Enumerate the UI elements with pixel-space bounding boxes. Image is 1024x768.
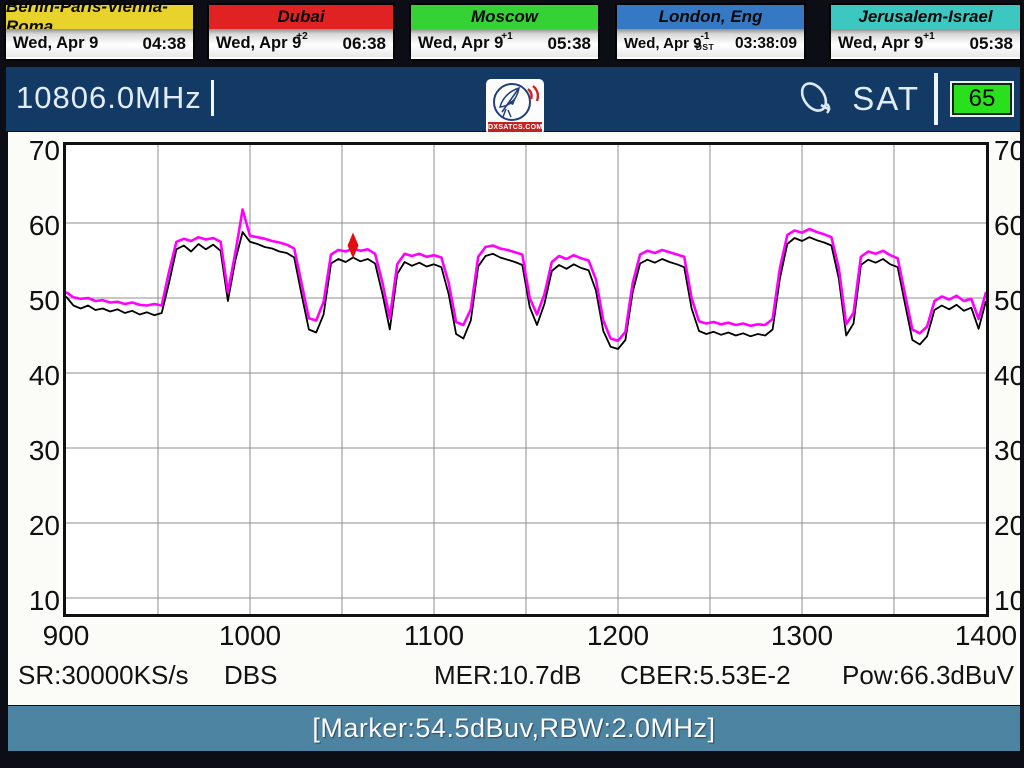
clock-time: 06:38 — [343, 34, 386, 54]
spectrum-plot[interactable] — [63, 142, 989, 617]
clock-body: Wed, Apr 9 +2 06:38 — [209, 29, 393, 57]
separator — [934, 73, 938, 125]
y-axis-tick-label: 40 — [994, 360, 1024, 392]
clock-utc-offset: +1 — [490, 30, 524, 41]
y-axis-tick-label: 70 — [14, 135, 60, 167]
x-axis-tick-label: 900 — [21, 620, 111, 652]
x-axis-tick-label: 1000 — [205, 620, 295, 652]
status-symbol-rate: SR:30000KS/s — [18, 660, 189, 691]
y-axis-tick-label: 50 — [14, 285, 60, 317]
text-cursor — [211, 80, 214, 116]
status-mer: MER:10.7dB — [434, 660, 581, 691]
clock-panel: Dubai Wed, Apr 9 +2 06:38 — [207, 3, 395, 61]
status-power: Pow:66.3dBuV — [842, 660, 1014, 691]
x-axis-tick-label: 1100 — [389, 620, 479, 652]
clock-panel: Berlin-Paris-Vienna-Roma Wed, Apr 9 04:3… — [4, 3, 195, 61]
clock-city-label: Moscow — [411, 5, 598, 29]
clock-body: Wed, Apr 9 +1 05:38 — [831, 29, 1020, 57]
clock-city-label: Dubai — [209, 5, 393, 29]
clock-date: Wed, Apr 9 — [838, 34, 923, 53]
clock-time: 04:38 — [143, 34, 186, 54]
x-axis-tick-label: 1400 — [941, 620, 1024, 652]
clock-time: 05:38 — [548, 34, 591, 54]
clock-utc-offset: +2 — [285, 30, 319, 41]
y-axis-tick-label: 20 — [14, 510, 60, 542]
x-axis-tick-label: 1300 — [757, 620, 847, 652]
clock-date: Wed, Apr 9 — [13, 34, 98, 53]
satmeter-screen: Berlin-Paris-Vienna-Roma Wed, Apr 9 04:3… — [0, 0, 1024, 768]
sat-status-group: SAT 65 — [794, 67, 1012, 131]
frequency-value: 10806.0MHz — [16, 80, 202, 116]
y-axis-tick-label: 60 — [14, 210, 60, 242]
y-axis-tick-label: 10 — [994, 585, 1024, 617]
clock-city-label: Jerusalem-Israel — [831, 5, 1020, 29]
clock-city-label: London, Eng — [617, 5, 804, 29]
y-axis-tick-label: 30 — [14, 435, 60, 467]
sat-label: SAT — [852, 80, 920, 118]
y-axis-tick-label: 60 — [994, 210, 1024, 242]
signal-level-badge: 65 — [952, 83, 1012, 115]
clock-panel: London, Eng Wed, Apr 9 -1 DST 03:38:09 — [615, 3, 806, 61]
header-bar: 10806.0MHz DXSATCS.COM SAT 6 — [6, 67, 1020, 131]
clock-body: Wed, Apr 9 -1 DST 03:38:09 — [617, 29, 804, 57]
y-axis-tick-label: 30 — [994, 435, 1024, 467]
marker-diamond-icon[interactable] — [348, 233, 359, 259]
dxsatcs-logo: DXSATCS.COM — [486, 79, 544, 135]
clock-panel: Jerusalem-Israel Wed, Apr 9 +1 05:38 — [829, 3, 1022, 61]
marker-info-bar: [Marker:54.5dBuv,RBW:2.0MHz] — [8, 706, 1020, 751]
satellite-dish-icon — [794, 79, 840, 119]
frequency-input[interactable]: 10806.0MHz — [16, 80, 214, 116]
x-axis-tick-label: 1200 — [573, 620, 663, 652]
clock-time: 03:38:09 — [735, 35, 797, 53]
y-axis-tick-label: 20 — [994, 510, 1024, 542]
y-axis-tick-label: 10 — [14, 585, 60, 617]
status-system: DBS — [224, 660, 277, 691]
clock-utc-offset: -1 DST — [688, 30, 722, 52]
y-axis-tick-label: 50 — [994, 285, 1024, 317]
y-axis-tick-label: 70 — [994, 135, 1024, 167]
spectrum-panel: 7070606050504040303020201010900100011001… — [8, 132, 1020, 705]
clock-body: Wed, Apr 9 04:38 — [6, 29, 193, 57]
marker-info-text: [Marker:54.5dBuv,RBW:2.0MHz] — [312, 713, 715, 744]
y-axis-tick-label: 40 — [14, 360, 60, 392]
status-cber: CBER:5.53E-2 — [620, 660, 791, 691]
clock-panel: Moscow Wed, Apr 9 +1 05:38 — [409, 3, 600, 61]
clock-city-label: Berlin-Paris-Vienna-Roma — [6, 5, 193, 29]
clock-time: 05:38 — [970, 34, 1013, 54]
clock-body: Wed, Apr 9 +1 05:38 — [411, 29, 598, 57]
clock-utc-offset: +1 — [912, 30, 946, 41]
